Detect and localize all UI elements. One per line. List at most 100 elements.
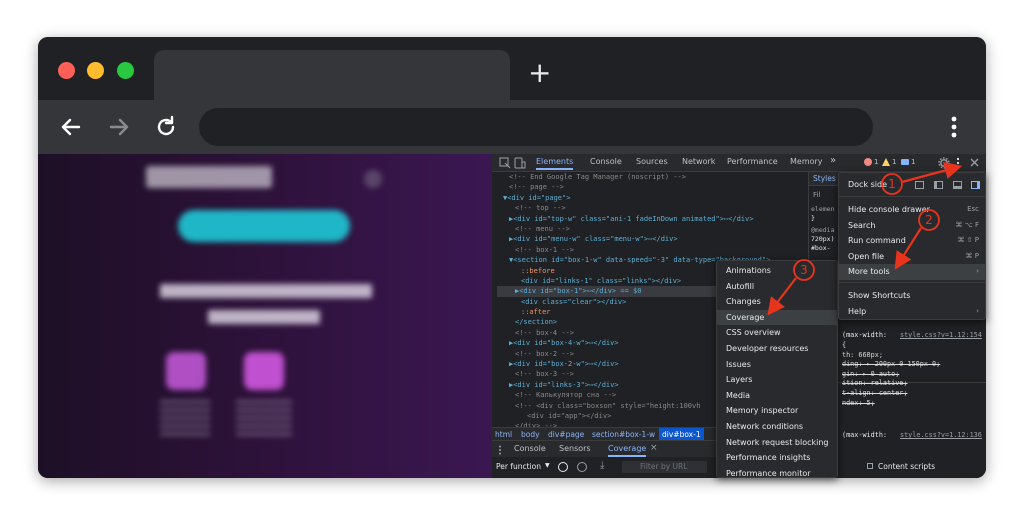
more-tools-item-network-conditions[interactable]: Network conditions [717, 419, 837, 435]
css-declaration[interactable]: { [842, 341, 940, 351]
new-tab-button[interactable]: + [528, 59, 551, 87]
more-tools-item-animations[interactable]: Animations [717, 263, 837, 279]
tab-performance[interactable]: Performance [727, 157, 778, 166]
more-tools-item-css-overview[interactable]: CSS overview [717, 325, 837, 341]
drawer-tab-console[interactable]: Console [514, 444, 546, 453]
rule2-header: (max-width: [842, 431, 888, 439]
css-declaration[interactable]: t-align: center; [842, 389, 940, 399]
menu-item-open-file[interactable]: Open file ⌘ P [839, 249, 985, 265]
css-declaration[interactable]: th: 660px; [842, 351, 940, 361]
more-tools-item-developer-resources[interactable]: Developer resources [717, 341, 837, 357]
drawer-tab-sensors[interactable]: Sensors [559, 444, 591, 453]
dom-node-line[interactable]: <!-- page --> [497, 182, 808, 192]
crumb-html[interactable]: html [495, 430, 512, 439]
more-tools-item-performance-insights[interactable]: Performance insights [717, 450, 837, 466]
css-rules: (max-width: style.css?v=1.12:154 {th: 66… [838, 327, 986, 447]
css-declaration[interactable]: gin: ▸ 0 auto; [842, 370, 940, 380]
tab-strip: + [38, 37, 986, 100]
rule1-source-link[interactable]: style.css?v=1.12:154 [900, 331, 982, 339]
drawer-tab-coverage[interactable]: Coverage [608, 444, 647, 457]
dom-node-line[interactable]: ▶<div id="menu-w" class="menu-w">⋯</div> [497, 234, 808, 244]
browser-menu-icon[interactable] [944, 114, 964, 140]
settings-gear-icon[interactable] [938, 157, 950, 169]
more-tools-item-performance-monitor[interactable]: Performance monitor [717, 466, 837, 482]
dom-node-line[interactable]: <!-- box-1 --> [497, 245, 808, 255]
dock-bottom-icon[interactable] [953, 181, 962, 189]
url-filter-input[interactable]: Filter by URL [622, 461, 707, 473]
tab-console[interactable]: Console [590, 157, 622, 166]
back-arrow-icon[interactable] [58, 114, 84, 140]
warning-count[interactable]: 1 [892, 158, 896, 166]
minimize-window-button[interactable] [87, 62, 104, 79]
content-scripts-checkbox[interactable] [867, 463, 873, 469]
dock-left-icon[interactable] [934, 181, 943, 189]
undock-icon[interactable] [915, 181, 924, 189]
menu-item-shortcut: ⌘ ⇧ P [957, 236, 979, 245]
menu-item-hide-console-drawer[interactable]: Hide console drawer Esc [839, 202, 985, 218]
tab-styles[interactable]: Styles [813, 174, 836, 183]
more-tools-item-media[interactable]: Media [717, 388, 837, 404]
reload-icon[interactable] [153, 114, 179, 140]
css-declaration[interactable]: ding: ▸ 200px 0 150px 0; [842, 360, 940, 370]
more-tabs-icon[interactable]: » [830, 155, 836, 166]
active-tab[interactable] [154, 50, 510, 100]
forward-arrow-icon[interactable] [106, 114, 132, 140]
menu-item-search[interactable]: Search ⌘ ⌥ F [839, 218, 985, 234]
device-toolbar-icon[interactable] [514, 157, 526, 169]
message-count[interactable]: 1 [911, 158, 915, 166]
tab-sources[interactable]: Sources [636, 157, 668, 166]
crumb-div-page[interactable]: div#page [548, 430, 584, 439]
content-scripts-label[interactable]: Content scripts [878, 462, 935, 471]
menu-item-more-tools[interactable]: More tools › [839, 264, 985, 280]
export-icon[interactable]: ⤓ [600, 460, 604, 471]
cta-button[interactable] [178, 210, 350, 242]
dom-node-line[interactable]: ▼<div id="page"> [497, 193, 808, 203]
record-icon[interactable] [558, 462, 568, 472]
css-declaration[interactable]: ition: relative; [842, 379, 940, 389]
css-selector: #box- [811, 244, 831, 252]
message-icon [901, 159, 909, 165]
crumb-body[interactable]: body [521, 430, 540, 439]
menu-item-label: Run command [848, 236, 906, 246]
tab-memory[interactable]: Memory [790, 157, 823, 166]
close-coverage-icon[interactable]: × [650, 443, 658, 453]
css-declaration[interactable]: ndex: 5; [842, 399, 940, 409]
dom-node-line[interactable]: ▶<div id="top-w" class="ani-1 fadeInDown… [497, 214, 808, 224]
clear-icon[interactable] [577, 462, 587, 472]
menu-item-run-command[interactable]: Run command ⌘ ⇧ P [839, 233, 985, 249]
rule1-header: (max-width: [842, 331, 888, 339]
more-tools-item-autofill[interactable]: Autofill [717, 279, 837, 295]
per-function-select[interactable]: Per function [496, 462, 541, 471]
address-bar[interactable] [199, 108, 873, 146]
more-tools-item-network-request-blocking[interactable]: Network request blocking [717, 435, 837, 451]
dock-right-icon[interactable] [971, 181, 980, 189]
styles-filter-input[interactable]: Fil [813, 191, 820, 199]
more-tools-item-memory-inspector[interactable]: Memory inspector [717, 403, 837, 419]
drawer-menu-icon[interactable] [498, 445, 502, 455]
tab-network[interactable]: Network [682, 157, 715, 166]
rule2-source-link[interactable]: style.css?v=1.12:136 [900, 431, 982, 439]
more-tools-item-coverage[interactable]: Coverage [717, 309, 837, 326]
dom-node-line[interactable]: <!-- top --> [497, 203, 808, 213]
dom-node-line[interactable]: <!-- menu --> [497, 224, 808, 234]
menu-item-shortcut: ⌘ ⌥ F [955, 220, 979, 229]
close-devtools-icon[interactable] [970, 158, 979, 167]
dom-node-line[interactable]: <!-- End Google Tag Manager (noscript) -… [497, 172, 808, 182]
devtools-main-menu: Dock side Hide console drawer Esc Search ⌘ … [838, 172, 986, 320]
tab-elements[interactable]: Elements [536, 157, 574, 170]
more-tools-menu: Animations Autofill Changes Coverage CSS ove… [716, 260, 838, 478]
crumb-section[interactable]: section#box-1-w [592, 430, 655, 439]
menu-item-show-shortcuts[interactable]: Show Shortcuts [839, 288, 985, 304]
menu-item-shortcut: › [976, 267, 979, 276]
menu-item-label: Open file [848, 251, 885, 261]
error-count[interactable]: 1 [874, 158, 878, 166]
devtools-menu-icon[interactable] [955, 157, 961, 169]
more-tools-item-changes[interactable]: Changes [717, 294, 837, 310]
more-tools-item-layers[interactable]: Layers [717, 372, 837, 388]
menu-separator [839, 282, 985, 283]
inspect-element-icon[interactable] [499, 157, 511, 169]
maximize-window-button[interactable] [117, 62, 134, 79]
more-tools-item-issues[interactable]: Issues [717, 357, 837, 373]
menu-item-help[interactable]: Help › [839, 304, 985, 320]
close-window-button[interactable] [58, 62, 75, 79]
